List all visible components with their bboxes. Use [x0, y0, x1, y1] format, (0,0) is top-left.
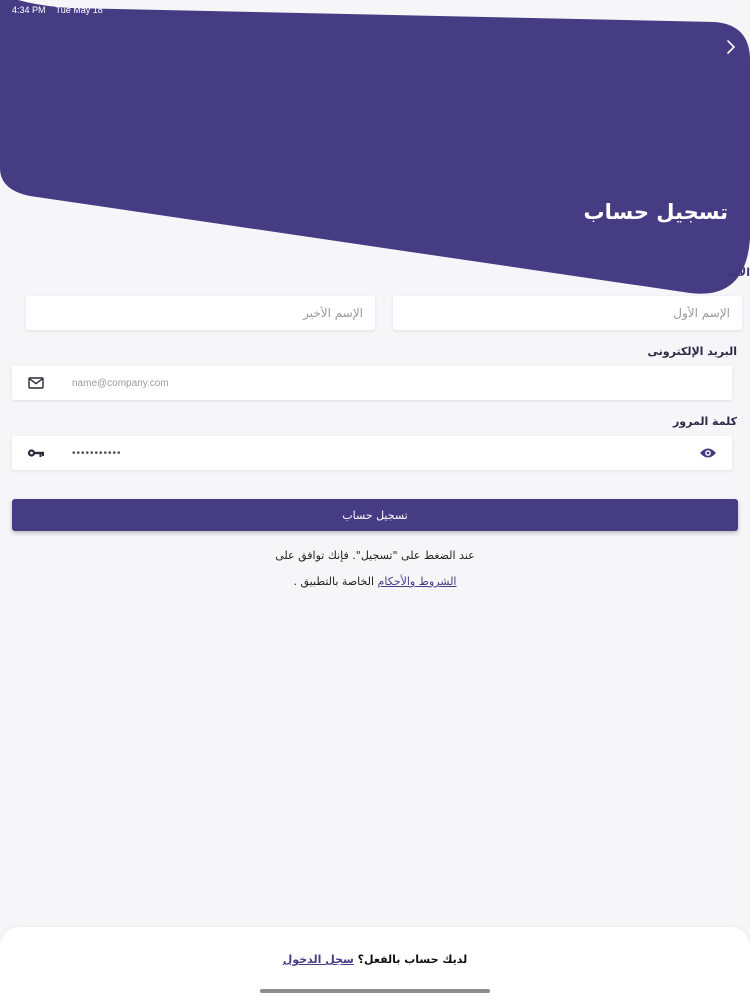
key-icon	[27, 445, 45, 461]
password-field[interactable]	[12, 436, 732, 470]
login-prompt: لديك حساب بالفعل؟	[353, 953, 468, 966]
header-shape	[0, 0, 750, 294]
login-link[interactable]: سجل الدخول	[283, 953, 354, 966]
first-name-input[interactable]	[393, 296, 742, 330]
chevron-right-icon	[727, 40, 736, 54]
password-label: كلمة المرور	[672, 415, 737, 428]
signup-button[interactable]: تسجيل حساب	[12, 499, 738, 531]
first-name-field[interactable]	[393, 296, 742, 330]
status-time: 4:34 PM	[12, 5, 46, 15]
email-field[interactable]	[12, 366, 732, 400]
name-label: الاسم	[728, 266, 750, 279]
email-input[interactable]	[12, 366, 732, 400]
terms-link[interactable]: الشروط والأحكام	[378, 575, 457, 588]
login-prompt-row: لديك حساب بالفعل؟ سجل الدخول	[0, 953, 750, 966]
last-name-field[interactable]	[26, 296, 375, 330]
page-title: تسجيل حساب	[583, 200, 728, 224]
terms-text: عند الضغط على "تسجيل". فإنك توافق على	[275, 549, 475, 562]
login-footer: لديك حساب بالفعل؟ سجل الدخول	[0, 927, 750, 1000]
terms-text-line2: الشروط والأحكام الخاصة بالتطبيق .	[0, 575, 750, 588]
back-button[interactable]	[720, 36, 742, 58]
header-banner	[0, 0, 750, 300]
status-bar: 4:34 PM Tue May 18	[12, 3, 103, 17]
eye-icon[interactable]	[698, 445, 718, 461]
last-name-input[interactable]	[26, 296, 375, 330]
email-label: البريد الإلكترونى	[647, 345, 737, 358]
terms-suffix: الخاصة بالتطبيق .	[293, 575, 378, 588]
mail-icon	[27, 375, 45, 391]
home-indicator	[260, 989, 490, 993]
password-input[interactable]	[12, 436, 732, 470]
status-date: Tue May 18	[55, 5, 103, 15]
